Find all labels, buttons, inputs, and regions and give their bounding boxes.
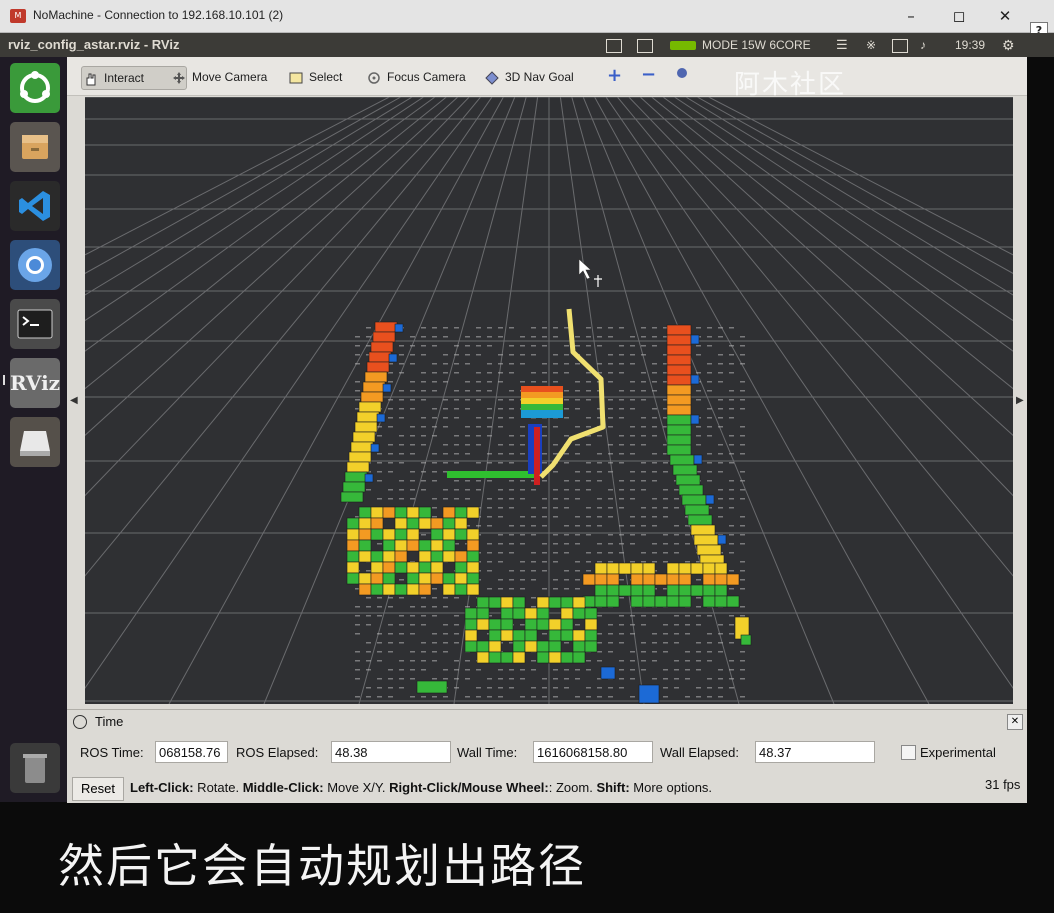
subtitle-text: 然后它会自动规划出路径 — [58, 839, 586, 893]
ubuntu-launcher: RViz — [0, 57, 67, 802]
nomachine-titlebar: M NoMachine - Connection to 192.168.10.1… — [0, 0, 1054, 40]
app-title: rviz_config_astar.rviz - RViz — [8, 37, 180, 52]
left-dock-collapse-icon[interactable]: ◀ — [70, 395, 80, 406]
add-tool-icon[interactable]: + — [607, 65, 622, 86]
status-hint: Left-Click: Rotate. Middle-Click: Move X… — [130, 780, 712, 795]
3d-nav-goal-tool[interactable]: 3D Nav Goal — [483, 66, 603, 88]
wall-time-field[interactable]: 1616068158.80 — [533, 741, 653, 763]
hint-right-key: Right-Click/Mouse Wheel: — [389, 780, 549, 795]
move-camera-icon — [172, 70, 186, 84]
maximize-button[interactable]: ◻ — [944, 4, 974, 28]
ros-time-label: ROS Time: — [80, 745, 144, 760]
hint-shift-key: Shift: — [596, 780, 630, 795]
mouse-cursor — [578, 258, 602, 287]
move-camera-tool[interactable]: Move Camera — [170, 66, 296, 88]
nomachine-logo-icon: M — [10, 9, 26, 23]
hint-middle: Move X/Y. — [323, 780, 390, 795]
rviz-toolbar: Interact Move Camera Select Focus Camera… — [67, 57, 1027, 96]
vscode-icon[interactable] — [10, 181, 60, 231]
panel-close-icon[interactable]: ✕ — [1007, 714, 1023, 730]
clock-icon — [73, 715, 87, 729]
ubuntu-top-panel: rviz_config_astar.rviz - RViz MODE 15W 6… — [0, 33, 1054, 57]
video-subtitle: 然后它会自动规划出路径 — [0, 830, 1054, 896]
tool-options-icon[interactable] — [677, 68, 687, 78]
terminal-icon[interactable] — [10, 299, 60, 349]
reset-button[interactable]: Reset — [72, 777, 124, 801]
chromium-icon[interactable] — [10, 240, 60, 290]
nav-goal-label: 3D Nav Goal — [505, 70, 574, 84]
hint-middle-key: Middle-Click: — [242, 780, 324, 795]
octomap-voxels — [340, 321, 752, 704]
wall-elapsed-label: Wall Elapsed: — [660, 745, 739, 760]
gear-icon[interactable]: ⚙ — [1002, 37, 1015, 53]
minimize-button[interactable]: – — [896, 4, 926, 28]
time-panel-title: Time — [95, 714, 124, 729]
focus-camera-label: Focus Camera — [387, 70, 466, 84]
wifi-icon[interactable]: ☰ — [836, 37, 848, 53]
select-icon — [289, 70, 303, 84]
select-tool[interactable]: Select — [287, 66, 371, 88]
hand-icon — [84, 71, 98, 86]
files-icon[interactable] — [10, 122, 60, 172]
mail-icon[interactable] — [892, 39, 908, 53]
wall-elapsed-field[interactable]: 48.37 — [755, 741, 875, 763]
hint-shift: More options. — [629, 780, 713, 795]
fps-readout: 31 fps — [985, 777, 1021, 792]
watermark: 阿木社区 — [734, 70, 847, 100]
keyboard-icon[interactable] — [606, 39, 622, 53]
drive-icon[interactable] — [10, 417, 60, 467]
remove-tool-icon[interactable]: − — [641, 64, 656, 85]
ros-time-field[interactable]: 068158.76 — [155, 741, 228, 763]
experimental-checkbox[interactable] — [901, 745, 916, 760]
ubuntu-dash-icon[interactable] — [10, 63, 60, 113]
ros-elapsed-field[interactable]: 48.38 — [331, 741, 451, 763]
nvidia-icon — [670, 41, 696, 50]
interact-label: Interact — [104, 71, 145, 85]
move-camera-label: Move Camera — [192, 70, 268, 84]
close-button[interactable]: ✕ — [990, 4, 1020, 28]
nvidia-mode[interactable]: MODE 15W 6CORE — [702, 37, 811, 53]
viewport-scene — [85, 97, 1013, 704]
clock[interactable]: 19:39 — [955, 37, 985, 53]
hint-leftclick-key: Left-Click: — [130, 780, 194, 795]
indicator-icon[interactable] — [637, 39, 653, 53]
bluetooth-icon[interactable]: ※ — [866, 37, 876, 53]
focus-camera-tool[interactable]: Focus Camera — [365, 66, 493, 88]
hint-right: : Zoom. — [548, 780, 597, 795]
focus-camera-icon — [367, 70, 381, 84]
experimental-label: Experimental — [920, 745, 996, 760]
trash-icon[interactable] — [10, 743, 60, 793]
nav-goal-icon — [485, 70, 499, 85]
right-dock-collapse-icon[interactable]: ▶ — [1016, 395, 1026, 406]
hint-leftclick: Rotate. — [193, 780, 243, 795]
rviz-icon[interactable]: RViz — [10, 358, 60, 408]
robot-marker-stack — [521, 386, 563, 418]
time-panel: Time ✕ ROS Time: 068158.76 ROS Elapsed: … — [67, 709, 1027, 803]
select-label: Select — [309, 70, 343, 84]
volume-icon[interactable]: ♪ — [920, 37, 926, 53]
ros-elapsed-label: ROS Elapsed: — [236, 745, 319, 760]
window-title: NoMachine - Connection to 192.168.10.101… — [33, 8, 284, 22]
wall-time-label: Wall Time: — [457, 745, 518, 760]
rviz-3d-viewport[interactable] — [85, 97, 1013, 704]
robot-axes — [447, 424, 542, 485]
launcher-active-indicator — [3, 375, 5, 385]
